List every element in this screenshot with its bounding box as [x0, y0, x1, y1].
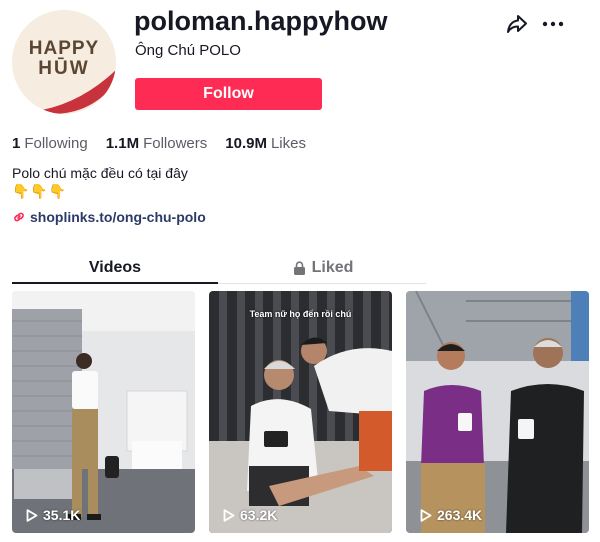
likes-count: 10.9M	[225, 135, 267, 152]
avatar-logo-text: HAPPY	[28, 38, 100, 59]
username: poloman.happyhow	[134, 6, 388, 36]
bio-text: Polo chú mặc đều có tại đây	[12, 165, 188, 181]
avatar-logo-text: HŪW	[38, 58, 90, 79]
video-thumbnail	[12, 291, 195, 533]
more-icon[interactable]	[542, 14, 564, 34]
video-views: 35.1K	[26, 507, 80, 523]
avatar[interactable]: HAPPY HŪW	[12, 10, 116, 114]
video-card[interactable]: Team nữ họ đến rồi chú 63.2K	[209, 291, 392, 533]
video-views: 63.2K	[223, 507, 277, 523]
followers-count: 1.1M	[105, 135, 140, 152]
video-views-count: 63.2K	[240, 507, 278, 523]
video-views: 263.4K	[420, 507, 482, 523]
stat-followers[interactable]: 1.1M Followers	[106, 135, 208, 152]
profile-stats: 1 Following 1.1M Followers 10.9M Likes	[12, 135, 306, 152]
lock-icon	[293, 261, 305, 275]
bio-emojis: 👇👇👇	[12, 183, 68, 199]
video-thumbnail	[406, 291, 589, 533]
stat-likes: 10.9M Likes	[225, 135, 306, 152]
tab-videos-label: Videos	[88, 259, 142, 276]
followers-label: Followers	[143, 135, 208, 152]
bio-link[interactable]: shoplinks.to/ong-chu-polo	[12, 209, 206, 225]
video-thumbnail	[209, 291, 392, 533]
play-icon	[223, 508, 235, 522]
link-icon	[14, 212, 24, 222]
play-icon	[26, 508, 38, 522]
follow-button[interactable]: Follow	[135, 78, 322, 110]
nickname: Ông Chú POLO	[135, 42, 241, 59]
following-count: 1	[12, 135, 21, 152]
video-grid: 35.1K Team nữ họ đến rồi chú 63.2K 263.4…	[12, 291, 589, 533]
stat-following[interactable]: 1 Following	[12, 135, 88, 152]
share-icon[interactable]	[505, 12, 529, 36]
following-label: Following	[24, 135, 88, 152]
profile-tabs: Videos Liked	[12, 252, 426, 284]
video-card[interactable]: 35.1K	[12, 291, 195, 533]
video-card[interactable]: 263.4K	[406, 291, 589, 533]
tab-liked[interactable]: Liked	[220, 252, 426, 284]
tab-liked-label: Liked	[311, 259, 354, 276]
tab-videos[interactable]: Videos	[12, 252, 218, 284]
video-caption: Team nữ họ đến rồi chú	[249, 309, 352, 319]
video-views-count: 263.4K	[437, 507, 483, 523]
bio-link-text: shoplinks.to/ong-chu-polo	[30, 209, 206, 225]
play-icon	[420, 508, 432, 522]
video-views-count: 35.1K	[43, 507, 81, 523]
tab-active-indicator	[12, 282, 218, 284]
likes-label: Likes	[270, 135, 306, 152]
